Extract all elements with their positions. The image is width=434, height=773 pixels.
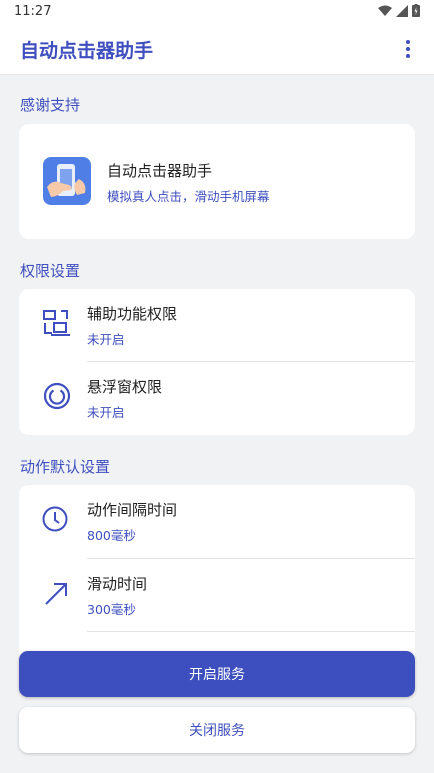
permission-label: 悬浮窗权限 [87, 378, 163, 396]
status-icons [378, 4, 420, 17]
permission-status: 未开启 [87, 405, 125, 420]
app-logo-icon [43, 157, 91, 205]
stop-service-button[interactable]: 关闭服务 [19, 707, 415, 753]
signal-icon [396, 4, 408, 17]
app-bar: 自动点击器助手 [0, 24, 434, 75]
app-title: 自动点击器助手 [20, 40, 154, 62]
permission-label: 辅助功能权限 [87, 305, 178, 323]
setting-row-interval[interactable]: 动作间隔时间 800毫秒 [19, 485, 415, 557]
support-app-name: 自动点击器助手 [107, 162, 213, 180]
permission-status: 未开启 [87, 332, 125, 347]
permission-row-floating-window[interactable]: 悬浮窗权限 未开启 [19, 362, 415, 434]
permission-row-accessibility[interactable]: 辅助功能权限 未开启 [19, 289, 415, 361]
more-vert-icon[interactable] [400, 38, 416, 60]
divider [87, 631, 415, 632]
accessibility-icon [43, 310, 70, 336]
permissions-card: 辅助功能权限 未开启 悬浮窗权限 未开启 [19, 289, 415, 435]
section-title-permissions: 权限设置 [20, 262, 81, 280]
status-time: 11:27 [14, 4, 52, 19]
setting-label: 滑动时间 [87, 575, 148, 593]
clock-icon [42, 506, 68, 532]
setting-label: 动作间隔时间 [87, 501, 178, 519]
battery-icon [412, 4, 420, 17]
floating-window-icon [43, 382, 71, 410]
status-bar: 11:27 [0, 0, 434, 24]
setting-row-swipe[interactable]: 滑动时间 300毫秒 [19, 559, 415, 631]
support-app-desc: 模拟真人点击，滑动手机屏幕 [107, 189, 270, 204]
support-card[interactable]: 自动点击器助手 模拟真人点击，滑动手机屏幕 [19, 124, 415, 239]
defaults-card: 动作间隔时间 800毫秒 滑动时间 300毫秒 [19, 485, 415, 655]
swipe-arrow-icon [45, 583, 67, 605]
section-title-defaults: 动作默认设置 [20, 458, 111, 476]
section-title-support: 感谢支持 [20, 96, 81, 114]
setting-value: 800毫秒 [87, 528, 136, 543]
wifi-icon [378, 5, 392, 16]
setting-value: 300毫秒 [87, 602, 136, 617]
start-service-button[interactable]: 开启服务 [19, 651, 415, 697]
